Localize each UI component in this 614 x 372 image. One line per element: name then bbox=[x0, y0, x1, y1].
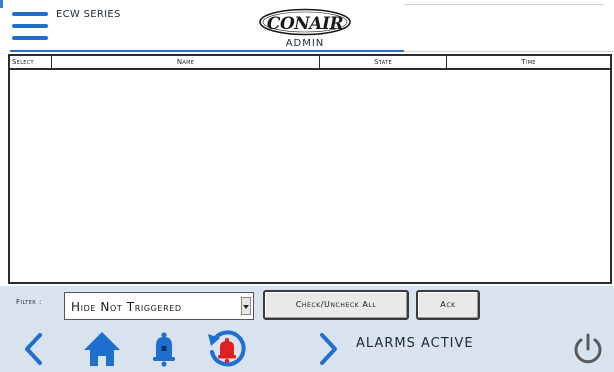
user-role: ADMIN bbox=[285, 38, 325, 49]
alarms-active-status: ALARMS ACTIVE bbox=[356, 336, 474, 351]
header-divider-top bbox=[404, 4, 604, 5]
menu-icon[interactable] bbox=[12, 8, 48, 44]
chevron-right-icon[interactable] bbox=[318, 332, 340, 366]
column-header-name[interactable]: Name bbox=[52, 56, 320, 68]
column-header-state[interactable]: State bbox=[320, 56, 447, 68]
power-icon[interactable] bbox=[572, 332, 604, 366]
filter-selected-value: Hide Not Triggered bbox=[71, 300, 182, 314]
chevron-left-icon[interactable] bbox=[22, 332, 44, 366]
header-divider bbox=[10, 50, 404, 52]
header-accent bbox=[0, 0, 3, 8]
table-header: Select Name State Time bbox=[10, 56, 610, 70]
conair-logo: CONAIR bbox=[258, 8, 352, 36]
ack-button[interactable]: Ack bbox=[416, 290, 480, 320]
bell-icon[interactable] bbox=[150, 330, 178, 368]
app-header: ECW SERIES CONAIR ADMIN bbox=[0, 0, 614, 52]
dropdown-arrow-icon[interactable] bbox=[241, 297, 251, 315]
header-divider-right bbox=[404, 51, 614, 52]
footer-nav: ALARMS ACTIVE bbox=[0, 326, 614, 372]
filter-dropdown[interactable]: Hide Not Triggered bbox=[64, 292, 254, 320]
filter-bar: Filter : Hide Not Triggered Check/Unchec… bbox=[0, 286, 614, 326]
alarm-table: Select Name State Time bbox=[8, 54, 612, 284]
column-header-time[interactable]: Time bbox=[447, 56, 610, 68]
filter-label: Filter : bbox=[16, 298, 42, 306]
series-label: ECW SERIES bbox=[56, 9, 121, 20]
table-body[interactable] bbox=[10, 70, 610, 282]
logo-text: CONAIR bbox=[266, 14, 344, 34]
alarm-history-icon[interactable] bbox=[206, 328, 248, 370]
check-uncheck-all-button[interactable]: Check/Uncheck All bbox=[263, 290, 409, 320]
home-icon[interactable] bbox=[82, 330, 122, 368]
column-header-select[interactable]: Select bbox=[10, 56, 52, 68]
